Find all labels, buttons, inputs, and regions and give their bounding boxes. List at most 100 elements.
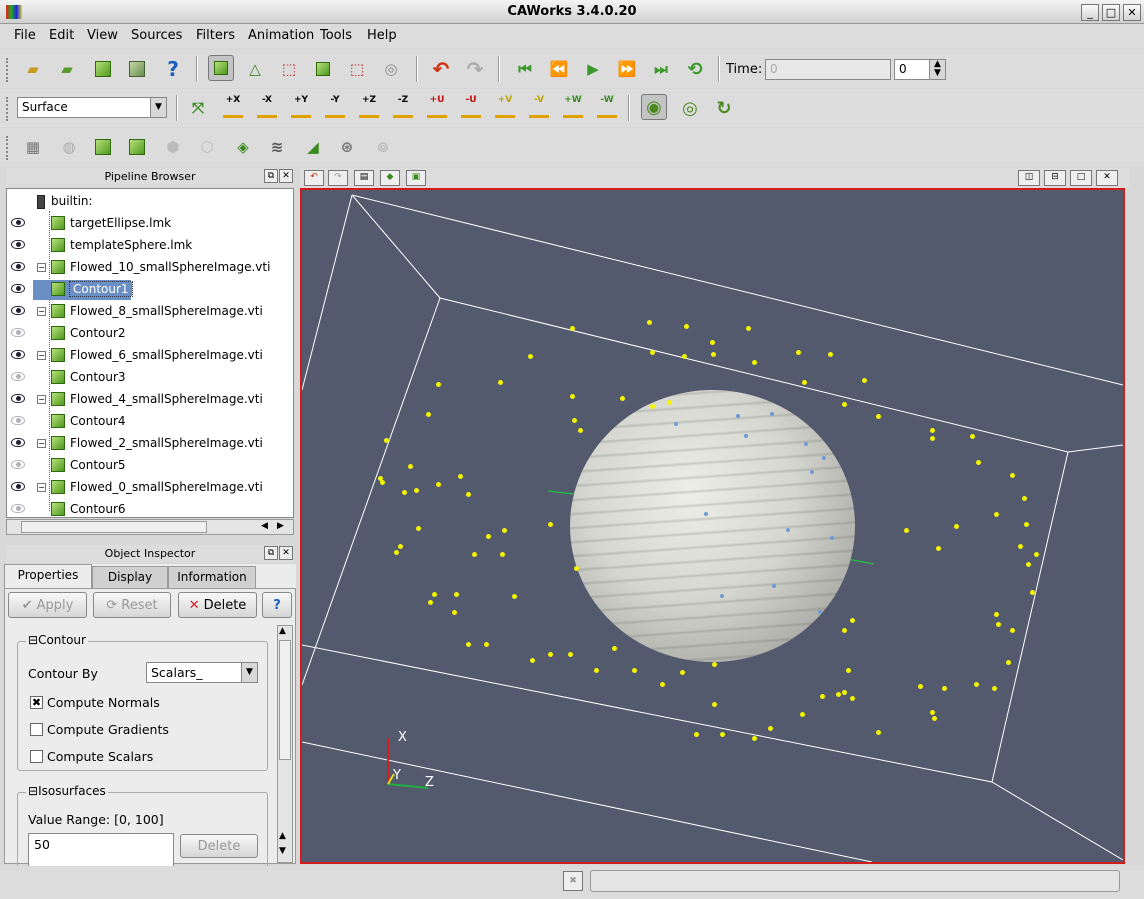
view-plus-x-button[interactable]: +X	[219, 94, 247, 122]
eye-icon[interactable]	[11, 416, 25, 425]
isosurface-delete-button[interactable]: Delete	[180, 834, 258, 858]
reset-camera-icon[interactable]: ⤧	[185, 95, 211, 121]
eye-icon[interactable]	[11, 328, 25, 337]
view-minus-x-button[interactable]: -X	[253, 94, 281, 122]
select-surface-icon[interactable]: △	[242, 56, 268, 82]
center-axes-icon[interactable]: ◉	[641, 94, 667, 120]
eye-icon[interactable]	[11, 438, 25, 447]
apply-button[interactable]: ✔ Apply	[8, 592, 87, 618]
eye-icon[interactable]	[11, 504, 25, 513]
calculator-icon[interactable]: ▦	[20, 134, 46, 160]
inspector-vscrollbar[interactable]: ▲ ▲ ▼	[277, 625, 293, 863]
undock-icon[interactable]: ⧉	[264, 546, 278, 560]
threshold-icon[interactable]: ⬢	[160, 134, 186, 160]
pipeline-item[interactable]: Contour1	[7, 279, 293, 301]
menu-help[interactable]: Help	[367, 28, 397, 43]
isosurface-value[interactable]: 50	[34, 837, 50, 852]
collapse-icon[interactable]: −	[37, 395, 46, 404]
select-frustum-icon[interactable]	[310, 56, 336, 82]
split-horizontal-icon[interactable]: ◫	[1018, 170, 1040, 186]
scroll-thumb[interactable]	[279, 640, 291, 760]
minimize-button[interactable]: _	[1081, 4, 1099, 21]
view-minus-w-button[interactable]: -W	[593, 94, 621, 122]
pipeline-horizontal-scrollbar[interactable]: ◀ ▶	[6, 519, 294, 535]
first-frame-icon[interactable]: ⏮	[512, 56, 538, 82]
isosurface-value-list[interactable]: 50	[28, 833, 174, 867]
time-index-spinbox[interactable]: 0 ▲ ▼	[894, 59, 946, 80]
pipeline-item[interactable]: − Flowed_4_smallSphereImage.vti	[7, 389, 293, 411]
pipeline-item[interactable]: − Flowed_8_smallSphereImage.vti	[7, 301, 293, 323]
contour-by-select[interactable]: Scalars_ ▼	[146, 662, 258, 683]
reset-button[interactable]: ⟳ Reset	[93, 592, 171, 618]
group-datasets-icon[interactable]: ⊛	[334, 134, 360, 160]
pipeline-item[interactable]: Contour6	[7, 499, 293, 517]
pipeline-item[interactable]: Contour3	[7, 367, 293, 389]
compute-normals-checkbox[interactable]: ✖	[30, 696, 43, 709]
tab-display[interactable]: Display	[92, 566, 168, 588]
scroll-right-icon[interactable]: ▶	[277, 521, 284, 531]
eye-icon[interactable]	[11, 306, 25, 315]
glyph-icon[interactable]: ◈	[230, 134, 256, 160]
delete-button[interactable]: ✕ Delete	[178, 592, 257, 618]
pipeline-item[interactable]: targetEllipse.lmk	[7, 213, 293, 235]
disconnect-icon[interactable]	[124, 56, 150, 82]
help-icon[interactable]: ?	[160, 56, 186, 82]
select-blocks-icon[interactable]: ◎	[378, 56, 404, 82]
maximize-view-icon[interactable]: □	[1070, 170, 1092, 186]
view-minus-v-button[interactable]: -V	[525, 94, 553, 122]
eye-icon[interactable]	[11, 350, 25, 359]
toolbar-grip-2[interactable]	[6, 97, 10, 121]
rotate-center-icon[interactable]: ↻	[711, 95, 737, 121]
compute-gradients-checkbox[interactable]	[30, 723, 43, 736]
menu-sources[interactable]: Sources	[131, 28, 182, 43]
menu-filters[interactable]: Filters	[196, 28, 235, 43]
eye-icon[interactable]	[11, 482, 25, 491]
undock-icon[interactable]: ⧉	[264, 169, 278, 183]
eye-icon[interactable]	[11, 218, 25, 227]
loop-icon[interactable]: ⟲	[682, 56, 708, 82]
contour-icon[interactable]: ◍	[56, 134, 82, 160]
select-points-icon[interactable]: ⬚	[276, 56, 302, 82]
next-frame-icon[interactable]: ⏩	[614, 56, 640, 82]
interact-icon[interactable]	[208, 55, 234, 81]
pick-center-icon[interactable]: ◎	[677, 95, 703, 121]
time-value-field[interactable]: 0	[765, 59, 891, 80]
toolbar-grip-3[interactable]	[6, 136, 10, 160]
eye-icon[interactable]	[11, 460, 25, 469]
toolbar-grip[interactable]	[6, 58, 10, 82]
close-panel-icon[interactable]: ✕	[279, 169, 293, 183]
view-plus-w-button[interactable]: +W	[559, 94, 587, 122]
connect-icon[interactable]	[90, 56, 116, 82]
pipeline-item[interactable]: − Flowed_10_smallSphereImage.vti	[7, 257, 293, 279]
save-icon[interactable]: ▰	[54, 56, 80, 82]
representation-select[interactable]: Surface ▼	[17, 97, 167, 118]
redo-icon[interactable]: ↷	[462, 56, 488, 82]
help-button[interactable]: ?	[262, 592, 292, 618]
view-minus-u-button[interactable]: -U	[457, 94, 485, 122]
camera-redo-icon[interactable]: ↷	[328, 170, 348, 186]
warp-icon[interactable]: ◢	[300, 134, 326, 160]
open-icon[interactable]: ▰	[20, 56, 46, 82]
eye-icon[interactable]	[11, 240, 25, 249]
view-plus-z-button[interactable]: +Z	[355, 94, 383, 122]
pipeline-item[interactable]: Contour4	[7, 411, 293, 433]
pipeline-item[interactable]: − Flowed_6_smallSphereImage.vti	[7, 345, 293, 367]
scroll-left-icon[interactable]: ◀	[261, 521, 268, 531]
view-minus-y-button[interactable]: -Y	[321, 94, 349, 122]
split-vertical-icon[interactable]: ⊟	[1044, 170, 1066, 186]
play-icon[interactable]: ▶	[580, 56, 606, 82]
eye-icon[interactable]	[11, 394, 25, 403]
pipeline-item[interactable]: Contour2	[7, 323, 293, 345]
pipeline-item[interactable]: templateSphere.lmk	[7, 235, 293, 257]
select-frustum-points-icon[interactable]: ⬚	[344, 56, 370, 82]
scroll-up-icon[interactable]: ▲	[279, 831, 286, 841]
spin-arrows-icon[interactable]: ▲ ▼	[929, 60, 945, 79]
slice-icon[interactable]	[124, 134, 150, 160]
pipeline-item[interactable]: − Flowed_2_smallSphereImage.vti	[7, 433, 293, 455]
render-view[interactable]: X Y Z	[300, 188, 1125, 864]
view-minus-z-button[interactable]: -Z	[389, 94, 417, 122]
camera-undo-icon[interactable]: ↶	[304, 170, 324, 186]
close-button[interactable]: ✕	[1123, 4, 1141, 21]
extract-subset-icon[interactable]: ⬡	[194, 134, 220, 160]
view-plus-u-button[interactable]: +U	[423, 94, 451, 122]
